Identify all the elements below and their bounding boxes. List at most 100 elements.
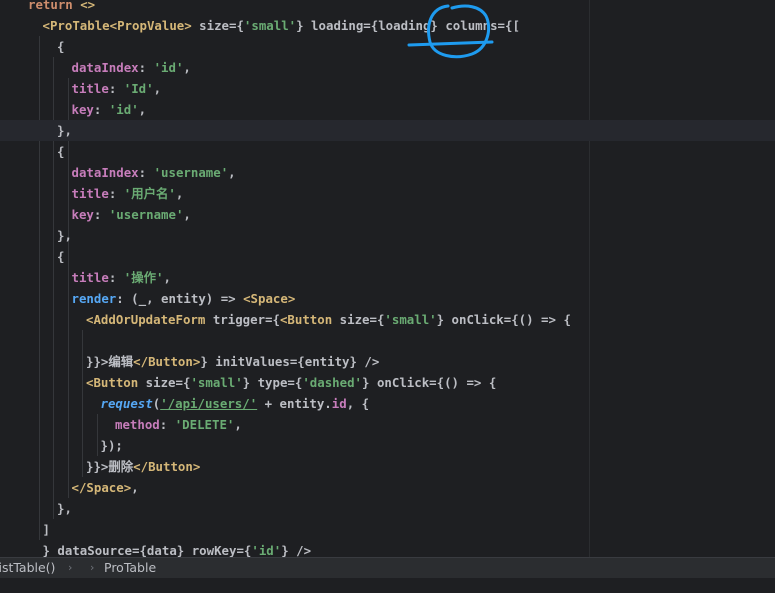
code-token: key xyxy=(71,207,94,222)
code-token: request xyxy=(100,396,153,411)
code-line[interactable]: { xyxy=(0,36,775,57)
code-token: } /> xyxy=(281,543,312,557)
code-line[interactable] xyxy=(0,330,775,351)
code-token: 'id' xyxy=(153,60,184,75)
code-token: size={ xyxy=(138,375,191,390)
code-token: <AddOrUpdateForm xyxy=(86,312,206,327)
code-token: }, xyxy=(57,501,72,516)
code-line[interactable]: ] xyxy=(0,519,775,540)
code-line[interactable]: }}>删除</Button> xyxy=(0,456,775,477)
code-token: , xyxy=(228,165,236,180)
code-token: } dataSource={data} rowKey={ xyxy=(42,543,252,557)
code-token: , xyxy=(234,417,242,432)
code-token: { xyxy=(57,39,65,54)
code-line[interactable]: key: 'username', xyxy=(0,204,775,225)
code-token: : xyxy=(108,81,124,96)
code-token: return xyxy=(28,0,73,12)
breadcrumb-item-protable[interactable]: ProTable xyxy=(104,558,156,578)
code-token: title xyxy=(71,186,109,201)
code-line[interactable]: }, xyxy=(0,120,775,141)
code-line[interactable]: <AddOrUpdateForm trigger={<Button size={… xyxy=(0,309,775,330)
code-line[interactable]: method: 'DELETE', xyxy=(0,414,775,435)
breadcrumb-item-listtable[interactable]: listTable() xyxy=(0,558,55,578)
code-token: </Button> xyxy=(133,459,201,474)
code-token: dataIndex xyxy=(71,165,139,180)
code-token: <Button xyxy=(86,375,139,390)
code-token: 'small' xyxy=(384,312,437,327)
code-token: , xyxy=(183,207,191,222)
code-token: 'username' xyxy=(108,207,184,222)
code-line[interactable]: title: '操作', xyxy=(0,267,775,288)
code-line[interactable]: <ProTable<PropValue> size={'small'} load… xyxy=(0,15,775,36)
code-token: + entity. xyxy=(257,396,332,411)
code-token: , xyxy=(183,60,191,75)
code-token: '用户名' xyxy=(123,186,176,201)
code-token: } initValues={entity} /> xyxy=(200,354,380,369)
code-token: title xyxy=(71,270,109,285)
code-line[interactable]: <Button size={'small'} type={'dashed'} o… xyxy=(0,372,775,393)
code-token: trigger={ xyxy=(205,312,280,327)
code-line[interactable]: title: 'Id', xyxy=(0,78,775,99)
code-token: : xyxy=(138,165,154,180)
code-token: , xyxy=(163,270,171,285)
chevron-right-icon: › xyxy=(68,561,73,574)
code-token: 'dashed' xyxy=(302,375,363,390)
code-token: : xyxy=(93,102,109,117)
code-token: } type={ xyxy=(242,375,303,390)
breadcrumb-bar: listTable() › › ProTable xyxy=(0,557,775,578)
code-token: </Button> xyxy=(133,354,201,369)
code-line[interactable]: { xyxy=(0,246,775,267)
code-token: render xyxy=(71,291,117,306)
code-token: ] xyxy=(42,522,50,537)
code-token: <Space> xyxy=(243,291,296,306)
code-token: <ProTable xyxy=(42,18,110,33)
code-token: : xyxy=(108,270,124,285)
code-token: <PropValue> xyxy=(109,18,192,33)
code-token: size={ xyxy=(191,18,244,33)
code-token: , xyxy=(175,186,184,201)
code-token: key xyxy=(71,102,94,117)
code-token: method xyxy=(115,417,160,432)
code-line[interactable]: dataIndex: 'id', xyxy=(0,57,775,78)
code-token: id xyxy=(331,396,347,411)
code-token: { xyxy=(57,144,65,159)
code-line[interactable]: title: '用户名', xyxy=(0,183,775,204)
code-line[interactable]: return <> xyxy=(0,0,775,15)
code-line[interactable]: }, xyxy=(0,498,775,519)
code-line[interactable]: }, xyxy=(0,225,775,246)
code-token: }, xyxy=(57,228,72,243)
code-token: 'id' xyxy=(251,543,282,557)
code-line[interactable]: }}>编辑</Button>} initValues={entity} /> xyxy=(0,351,775,372)
code-token: <> xyxy=(72,0,96,12)
code-token: size={ xyxy=(332,312,385,327)
code-token: 'DELETE' xyxy=(174,417,235,432)
code-token: : xyxy=(108,186,124,201)
code-token: 'Id' xyxy=(123,81,154,96)
code-token: } onClick={() => { xyxy=(362,375,497,390)
chevron-right-icon: › xyxy=(90,561,95,574)
code-token: , xyxy=(138,102,147,117)
code-line[interactable]: dataIndex: 'username', xyxy=(0,162,775,183)
code-token: , xyxy=(153,81,162,96)
code-token: '/api/users/' xyxy=(160,396,258,411)
code-line[interactable]: } dataSource={data} rowKey={'id'} /> xyxy=(0,540,775,557)
code-token: <Button xyxy=(279,312,333,327)
code-line[interactable]: </Space>, xyxy=(0,477,775,498)
code-line[interactable]: render: (_, entity) => <Space> xyxy=(0,288,775,309)
code-line[interactable]: }); xyxy=(0,435,775,456)
code-token: } onClick={() => { xyxy=(436,312,571,327)
code-token: dataIndex xyxy=(71,60,139,75)
code-token: }}>删除 xyxy=(86,459,134,474)
code-token: : (_, entity) => xyxy=(116,291,244,306)
code-line[interactable]: { xyxy=(0,141,775,162)
code-token: 'id' xyxy=(108,102,139,117)
code-token: title xyxy=(71,81,109,96)
code-token: }}>编辑 xyxy=(86,354,134,369)
code-editor[interactable]: return <> <ProTable<PropValue> size={'sma… xyxy=(0,0,775,557)
code-line[interactable]: key: 'id', xyxy=(0,99,775,120)
code-token: : xyxy=(159,417,175,432)
code-line[interactable]: request('/api/users/' + entity.id, { xyxy=(0,393,775,414)
code-token: } loading={loading} columns={[ xyxy=(296,18,520,33)
code-token: '操作' xyxy=(123,270,164,285)
code-token: 'username' xyxy=(153,165,229,180)
